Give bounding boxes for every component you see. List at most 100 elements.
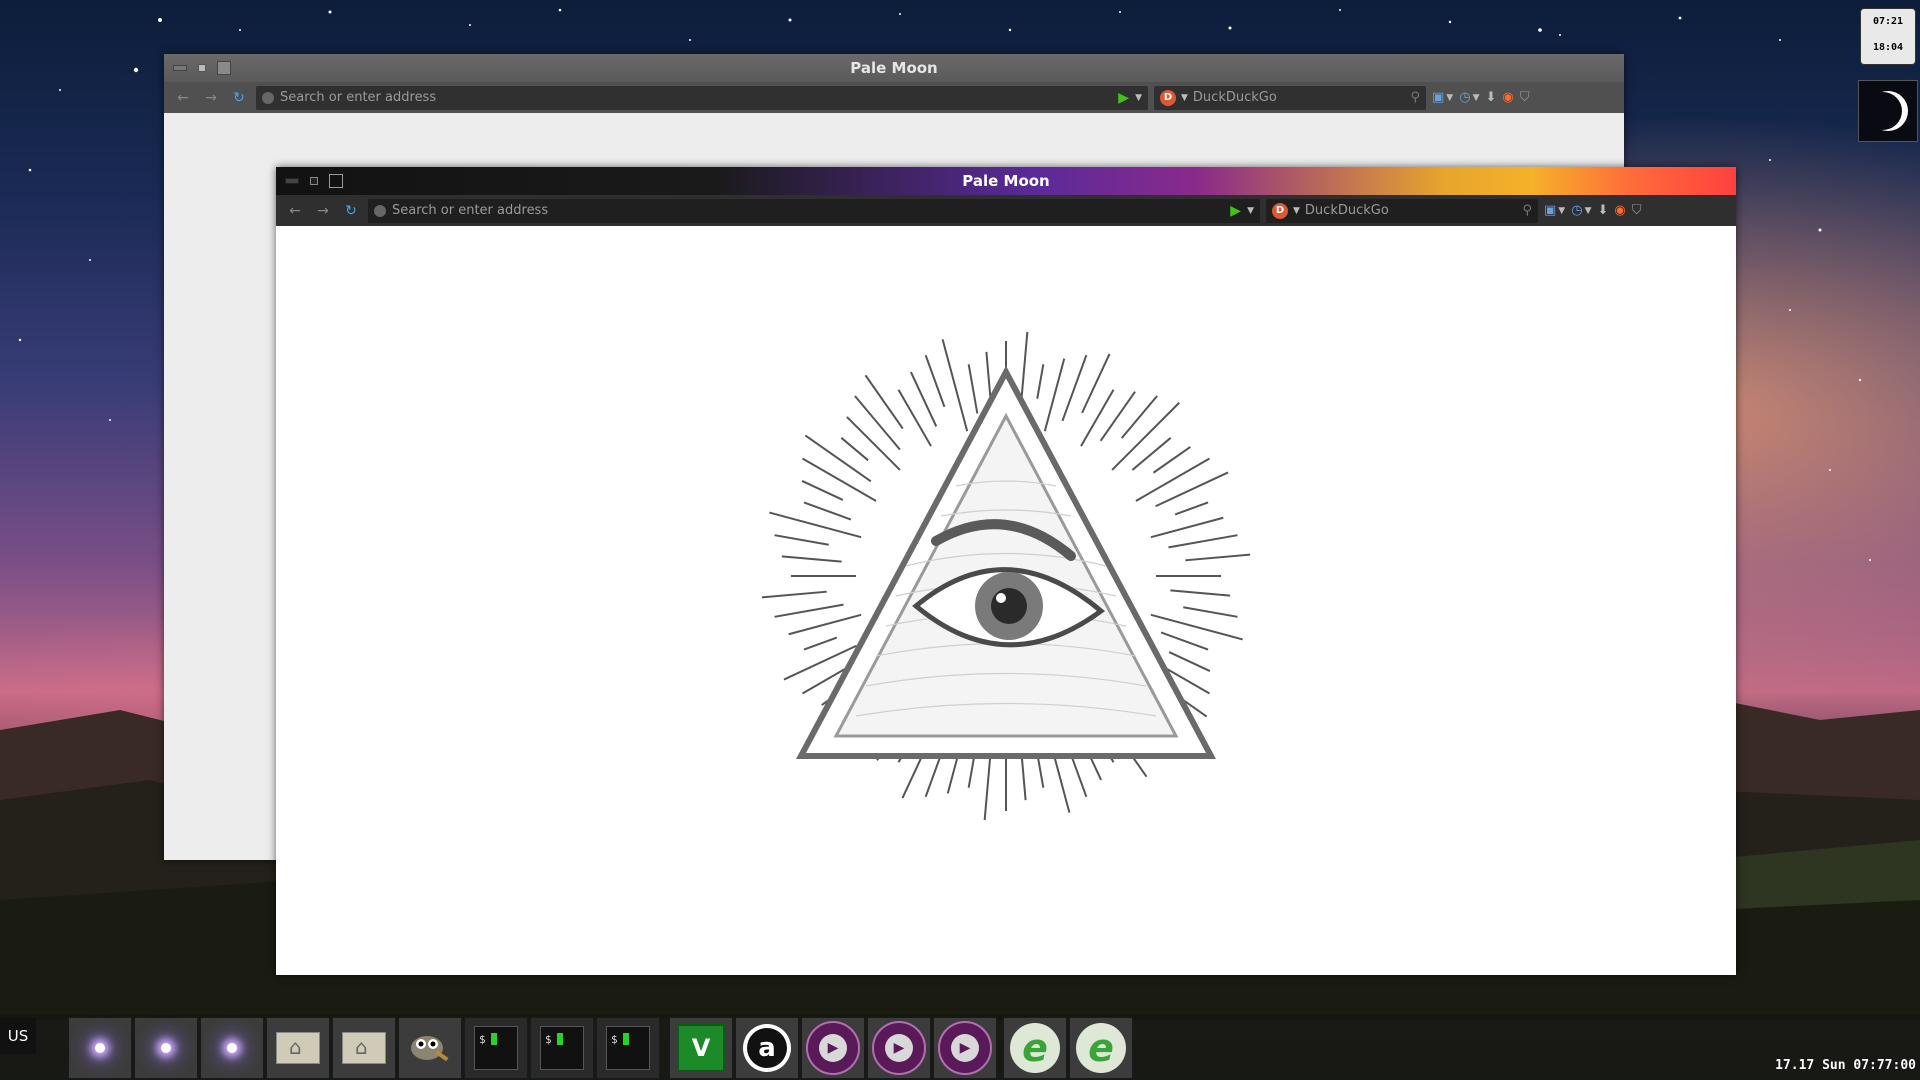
search-icon[interactable]: ⚲ (1522, 203, 1532, 218)
taskbar-item-e-app[interactable]: e (1069, 1017, 1133, 1079)
search-engine-label: DuckDuckGo (1192, 90, 1277, 105)
illustration-ray (1099, 391, 1136, 442)
illustration-ray (1135, 457, 1211, 502)
download-arrow-icon: ⬇ (1597, 203, 1609, 218)
stellarium-icon (161, 1043, 171, 1053)
taskbar-item-terminal[interactable]: $ (464, 1017, 528, 1079)
back-button[interactable]: ← (284, 200, 306, 222)
taskbar-item-home-folder[interactable] (266, 1017, 330, 1079)
taskbar-item-home-folder[interactable] (332, 1017, 396, 1079)
illustration-ray (840, 437, 869, 462)
illustration-ray (846, 416, 901, 471)
address-bar[interactable]: Search or enter address ▶ ▼ (368, 198, 1260, 223)
ublock-button[interactable]: ⛉ (1520, 90, 1530, 105)
illustration-ray (854, 395, 901, 451)
illustration-ray (1020, 755, 1027, 801)
chevron-down-icon[interactable]: ▼ (1181, 93, 1188, 103)
system-clock[interactable]: 17.17 Sun 07:77:00 (1750, 1058, 1916, 1073)
search-bar[interactable]: D ▼ DuckDuckGo ⚲ (1266, 198, 1538, 223)
navigation-toolbar: ← → ↻ Search or enter address ▶ ▼ D ▼ Du… (164, 82, 1624, 113)
forward-button[interactable]: → (312, 200, 334, 222)
ublock-button[interactable]: ⛉ (1632, 203, 1642, 218)
ublock-shield-icon: ⛉ (1631, 203, 1642, 218)
illustration-ray (761, 590, 827, 599)
bookmarks-menu-button[interactable]: ▣ ▼ (1432, 90, 1453, 105)
page-content[interactable] (276, 226, 1736, 975)
duckduckgo-icon[interactable]: D (1160, 89, 1176, 106)
pale-moon-menu-button[interactable]: ◉ (1502, 90, 1513, 105)
taskbar-item-media-player[interactable]: ▶ (801, 1017, 865, 1079)
bookmarks-menu-button[interactable]: ▣ ▼ (1544, 203, 1565, 218)
gimp-icon (411, 1036, 449, 1062)
taskbar-item-stellarium[interactable] (200, 1017, 264, 1079)
illustration-ray (1150, 516, 1224, 539)
chevron-down-icon[interactable]: ▼ (1293, 206, 1300, 216)
taskbar-item-media-player[interactable]: ▶ (933, 1017, 997, 1079)
taskbar-item-vim[interactable]: V (669, 1017, 733, 1079)
illustration-ray (1080, 389, 1115, 447)
reload-button[interactable]: ↻ (340, 200, 362, 222)
window-title: Pale Moon (962, 172, 1050, 190)
pale-moon-icon: ◉ (1614, 203, 1626, 218)
download-arrow-icon: ⬇ (1485, 90, 1497, 105)
address-bar[interactable]: Search or enter address ▶ ▼ (256, 85, 1148, 110)
keyboard-layout-indicator[interactable]: US (0, 1018, 36, 1054)
play-icon: ▶ (806, 1021, 860, 1075)
taskbar-item-stellarium[interactable] (134, 1017, 198, 1079)
site-identity-icon[interactable] (374, 204, 386, 217)
search-icon[interactable]: ⚲ (1410, 90, 1420, 105)
pale-moon-window-front[interactable]: Pale Moon ← → ↻ Search or enter address … (276, 167, 1736, 975)
go-arrow-icon[interactable]: ▶ (1230, 203, 1241, 219)
illustration-ray (803, 636, 838, 651)
illustration-ray (1185, 553, 1251, 562)
illustration-ray (801, 457, 877, 502)
duckduckgo-icon[interactable]: D (1272, 202, 1288, 219)
e-app-icon: e (1010, 1023, 1060, 1073)
history-menu-button[interactable]: ◷ ▼ (1571, 203, 1591, 218)
downloads-button[interactable]: ⬇ (1485, 90, 1496, 105)
illustration-ray (774, 534, 829, 546)
illustration-ray (1160, 631, 1209, 651)
taskbar-item-gimp[interactable] (398, 1017, 462, 1079)
moon-icon (1865, 91, 1908, 131)
search-bar[interactable]: D ▼ DuckDuckGo ⚲ (1154, 85, 1426, 110)
reload-button[interactable]: ↻ (228, 87, 250, 109)
terminal-icon: $ (474, 1026, 518, 1070)
site-identity-icon[interactable] (262, 91, 274, 104)
go-arrow-icon[interactable]: ▶ (1118, 90, 1129, 106)
history-clock-icon: ◷ (1459, 90, 1471, 105)
window-titlebar[interactable]: Pale Moon (164, 54, 1624, 82)
home-folder-icon (342, 1032, 386, 1064)
taskbar-item-audacity[interactable]: a (735, 1017, 799, 1079)
eye-of-providence-illustration (761, 331, 1251, 821)
taskbar-item-terminal[interactable]: $ (530, 1017, 594, 1079)
chevron-down-icon: ▼ (1584, 205, 1592, 216)
illustration-ray (941, 339, 969, 432)
history-menu-button[interactable]: ◷ ▼ (1459, 90, 1479, 105)
illustration-ray (1155, 471, 1229, 508)
illustration-ray (924, 354, 946, 408)
chevron-down-icon[interactable]: ▼ (1247, 206, 1254, 216)
illustration-ray (864, 374, 904, 430)
clock-time-1: 07:21 (1872, 16, 1904, 27)
stellarium-icon (227, 1043, 237, 1053)
clock-widget[interactable]: 07:21 18:04 (1860, 8, 1916, 65)
taskbar-item-terminal[interactable]: $ (596, 1017, 660, 1079)
forward-button[interactable]: → (200, 87, 222, 109)
chevron-down-icon[interactable]: ▼ (1135, 93, 1142, 103)
pale-moon-menu-button[interactable]: ◉ (1614, 203, 1625, 218)
chevron-down-icon: ▼ (1558, 205, 1566, 216)
downloads-button[interactable]: ⬇ (1597, 203, 1608, 218)
audacity-icon: a (743, 1024, 791, 1072)
history-clock-icon: ◷ (1571, 203, 1583, 218)
taskbar-item-stellarium[interactable] (68, 1017, 132, 1079)
window-titlebar[interactable]: Pale Moon (276, 167, 1736, 195)
back-button[interactable]: ← (172, 87, 194, 109)
illustration-ray (803, 501, 852, 521)
search-engine-label: DuckDuckGo (1304, 203, 1389, 218)
illustration-ray (1043, 358, 1066, 432)
illustration-ray (1150, 613, 1243, 641)
taskbar-item-media-player[interactable]: ▶ (867, 1017, 931, 1079)
taskbar-item-e-app[interactable]: e (1003, 1017, 1067, 1079)
illustration-ray (1170, 589, 1231, 597)
